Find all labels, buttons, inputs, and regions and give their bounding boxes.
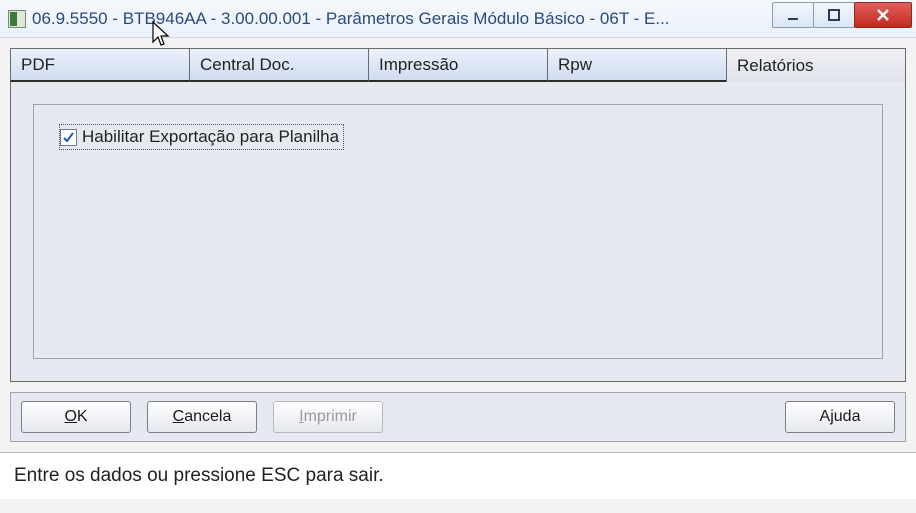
window-title: 06.9.5550 - BTB946AA - 3.00.00.001 - Par…: [32, 9, 773, 29]
cancel-button[interactable]: Cancela: [147, 401, 257, 433]
app-icon: [8, 10, 26, 28]
minimize-button[interactable]: [772, 2, 814, 28]
client-area: PDF Central Doc. Impressão Rpw Relatório…: [0, 38, 916, 513]
window-titlebar: 06.9.5550 - BTB946AA - 3.00.00.001 - Par…: [0, 0, 916, 38]
status-bar: Entre os dados ou pressione ESC para sai…: [0, 452, 916, 499]
tab-relatorios[interactable]: Relatórios: [726, 48, 906, 82]
window-controls: [773, 2, 912, 30]
tab-content: Habilitar Exportação para Planilha: [10, 82, 906, 382]
maximize-button[interactable]: [813, 2, 855, 28]
content-group: Habilitar Exportação para Planilha: [33, 104, 883, 359]
checkbox-icon: [60, 129, 77, 146]
ok-button[interactable]: OK: [21, 401, 131, 433]
tab-impressao[interactable]: Impressão: [368, 48, 547, 82]
button-bar: OK Cancela Imprimir Ajuda: [10, 392, 906, 442]
enable-export-checkbox[interactable]: Habilitar Exportação para Planilha: [60, 125, 343, 149]
tab-pdf[interactable]: PDF: [10, 48, 189, 82]
status-text: Entre os dados ou pressione ESC para sai…: [14, 465, 384, 486]
tab-rpw[interactable]: Rpw: [547, 48, 726, 82]
print-button: Imprimir: [273, 401, 383, 433]
checkbox-label: Habilitar Exportação para Planilha: [82, 127, 339, 147]
close-button[interactable]: [854, 2, 912, 28]
tab-central-doc[interactable]: Central Doc.: [189, 48, 368, 82]
help-button[interactable]: Ajuda: [785, 401, 895, 433]
tab-bar: PDF Central Doc. Impressão Rpw Relatório…: [10, 48, 906, 82]
